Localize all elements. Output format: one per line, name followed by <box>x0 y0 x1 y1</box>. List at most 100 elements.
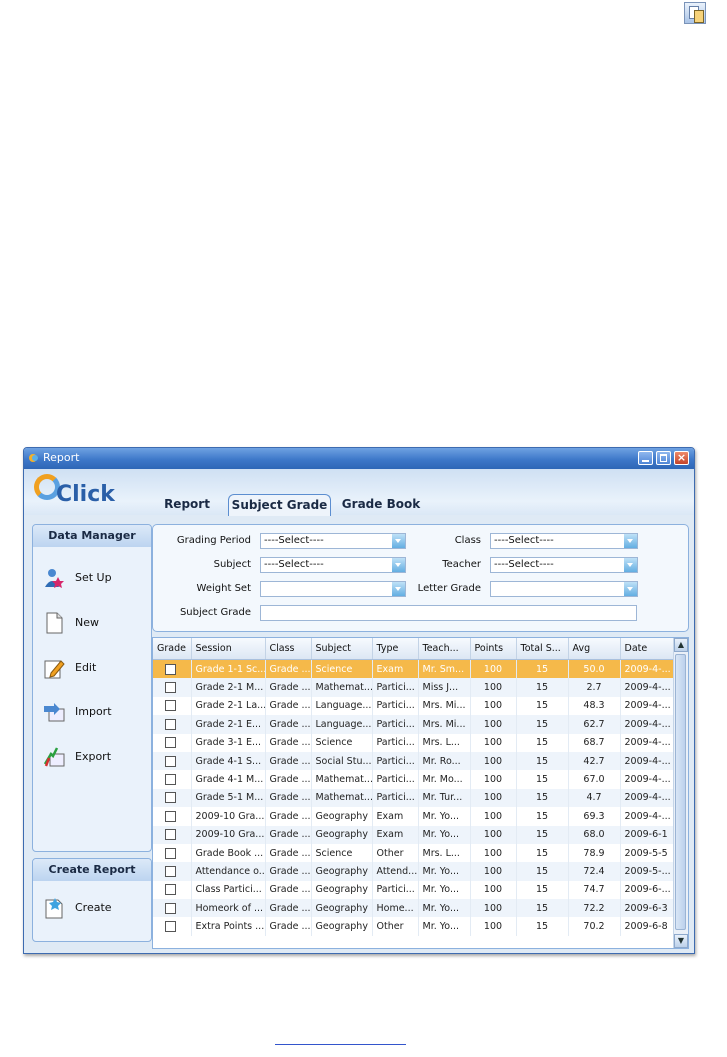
row-checkbox[interactable] <box>165 682 176 694</box>
tab-grade-book[interactable]: Grade Book <box>338 494 424 515</box>
table-cell: 15 <box>516 843 569 863</box>
create-label: Create <box>75 901 112 914</box>
column-header[interactable]: Date <box>620 638 675 660</box>
row-checkbox[interactable] <box>165 829 176 841</box>
set-up-button[interactable]: Set Up <box>43 563 143 593</box>
letter-grade-label: Letter Grade <box>417 583 481 594</box>
table-cell: Mrs. L... <box>418 843 471 863</box>
table-cell: Geography <box>311 880 373 900</box>
weight-set-label: Weight Set <box>196 583 251 594</box>
grading-period-select[interactable]: ----Select---- <box>260 533 406 549</box>
table-cell: Mrs. Mi... <box>418 696 471 716</box>
scroll-down-icon[interactable]: ▼ <box>674 934 688 948</box>
table-row[interactable]: Grade 5-1 M... Grade ... Mathemat... Partic… <box>153 788 675 808</box>
teacher-select[interactable]: ----Select---- <box>490 557 638 573</box>
table-cell: 2009-4-... <box>620 770 675 789</box>
column-header[interactable]: Subject <box>311 638 373 660</box>
vertical-scrollbar[interactable]: ▲ ▼ <box>673 638 688 948</box>
chevron-down-icon[interactable] <box>392 558 405 572</box>
table-cell: 15 <box>516 678 569 697</box>
table-row[interactable]: Grade 1-1 Sc... Grade ... Science Exam Mr. S… <box>153 659 675 679</box>
scroll-up-icon[interactable]: ▲ <box>674 638 688 652</box>
row-checkbox[interactable] <box>165 810 176 822</box>
table-cell: 100 <box>470 696 517 716</box>
row-checkbox[interactable] <box>165 663 176 675</box>
table-row[interactable]: Grade 4-1 S... Grade ... Social Stu... Part… <box>153 751 675 771</box>
report-window: Report × Click Report Subject Grade Grad… <box>23 447 695 954</box>
class-label: Class <box>454 535 481 546</box>
letter-grade-select[interactable] <box>490 581 638 597</box>
tab-subject-grade[interactable]: Subject Grade <box>228 494 331 516</box>
column-header[interactable]: Grade <box>153 638 192 660</box>
table-cell: 78.9 <box>568 843 621 863</box>
edit-button[interactable]: Edit <box>43 653 143 683</box>
table-cell: 2009-4-... <box>620 678 675 697</box>
create-button[interactable]: Create <box>43 893 143 923</box>
table-cell: 100 <box>470 843 517 863</box>
column-header[interactable]: Avg <box>568 638 621 660</box>
window-title-bar[interactable]: Report × <box>24 448 694 469</box>
table-row[interactable]: 2009-10 Gra... Grade ... Geography Exam Mr. … <box>153 825 675 844</box>
new-button[interactable]: New <box>43 608 143 638</box>
column-header[interactable]: Total S... <box>516 638 569 660</box>
column-header[interactable]: Teach... <box>418 638 471 660</box>
subject-select[interactable]: ----Select---- <box>260 557 406 573</box>
table-row[interactable]: Grade 2-1 E... Grade ... Language... Partic… <box>153 715 675 734</box>
chevron-down-icon[interactable] <box>392 582 405 596</box>
row-checkbox[interactable] <box>165 902 176 914</box>
column-header[interactable]: Class <box>265 638 312 660</box>
row-checkbox[interactable] <box>165 774 176 786</box>
row-checkbox[interactable] <box>165 755 176 767</box>
table-cell: Grade 2-1 E... <box>191 715 266 734</box>
tab-report[interactable]: Report <box>159 494 215 515</box>
table-cell: Mr. Sm... <box>418 659 471 679</box>
scroll-thumb[interactable] <box>675 654 686 930</box>
new-label: New <box>75 616 99 629</box>
hyperlink-underline[interactable] <box>275 1044 406 1045</box>
chevron-down-icon[interactable] <box>624 558 637 572</box>
table-row[interactable]: Extra Points ... Grade ... Geography Other M… <box>153 917 675 936</box>
column-header[interactable]: Session <box>191 638 266 660</box>
class-select[interactable]: ----Select---- <box>490 533 638 549</box>
table-cell: Language... <box>311 715 373 734</box>
table-cell: Class Partici... <box>191 880 266 900</box>
table-row[interactable]: Grade 3-1 E... Grade ... Science Partici...… <box>153 733 675 752</box>
row-checkbox[interactable] <box>165 700 176 712</box>
table-cell: Grade 2-1 La... <box>191 696 266 716</box>
chevron-down-icon[interactable] <box>624 582 637 596</box>
table-row[interactable]: 2009-10 Gra... Grade ... Geography Exam Mr. … <box>153 807 675 826</box>
export-button[interactable]: Export <box>43 742 143 772</box>
table-row[interactable]: Grade 4-1 M... Grade ... Mathemat... Partic… <box>153 770 675 789</box>
row-checkbox[interactable] <box>165 737 176 749</box>
row-checkbox[interactable] <box>165 718 176 730</box>
table-cell: 100 <box>470 659 517 679</box>
row-checkbox[interactable] <box>165 792 176 804</box>
row-checkbox[interactable] <box>165 921 176 933</box>
row-checkbox[interactable] <box>165 847 176 859</box>
table-row[interactable]: Grade Book ... Grade ... Science Other Mrs. … <box>153 843 675 863</box>
table-row[interactable]: Class Partici... Grade ... Geography Partic… <box>153 880 675 900</box>
chevron-down-icon[interactable] <box>624 534 637 548</box>
close-button[interactable]: × <box>674 451 689 465</box>
table-cell: Mr. Yo... <box>418 880 471 900</box>
maximize-button[interactable] <box>656 451 671 465</box>
row-checkbox[interactable] <box>165 884 176 896</box>
subject-grade-input[interactable] <box>260 605 637 621</box>
table-cell: Grade ... <box>265 880 312 900</box>
data-manager-title: Data Manager <box>33 525 151 547</box>
column-header[interactable]: Points <box>470 638 517 660</box>
table-cell: Grade ... <box>265 659 312 679</box>
table-row[interactable]: Grade 2-1 La... Grade ... Language... Parti… <box>153 696 675 716</box>
row-checkbox[interactable] <box>165 865 176 877</box>
window-title: Report <box>43 451 80 464</box>
table-row[interactable]: Grade 2-1 M... Grade ... Mathemat... Partic… <box>153 678 675 697</box>
minimize-button[interactable] <box>638 451 653 465</box>
document-copy-icon[interactable] <box>684 2 706 24</box>
table-cell: 100 <box>470 862 517 881</box>
column-header[interactable]: Type <box>372 638 419 660</box>
weight-set-select[interactable] <box>260 581 406 597</box>
table-row[interactable]: Homeork of ... Grade ... Geography Home... M… <box>153 899 675 918</box>
import-button[interactable]: Import <box>43 697 143 727</box>
chevron-down-icon[interactable] <box>392 534 405 548</box>
table-row[interactable]: Attendance o... Grade ... Geography Attend.… <box>153 862 675 881</box>
